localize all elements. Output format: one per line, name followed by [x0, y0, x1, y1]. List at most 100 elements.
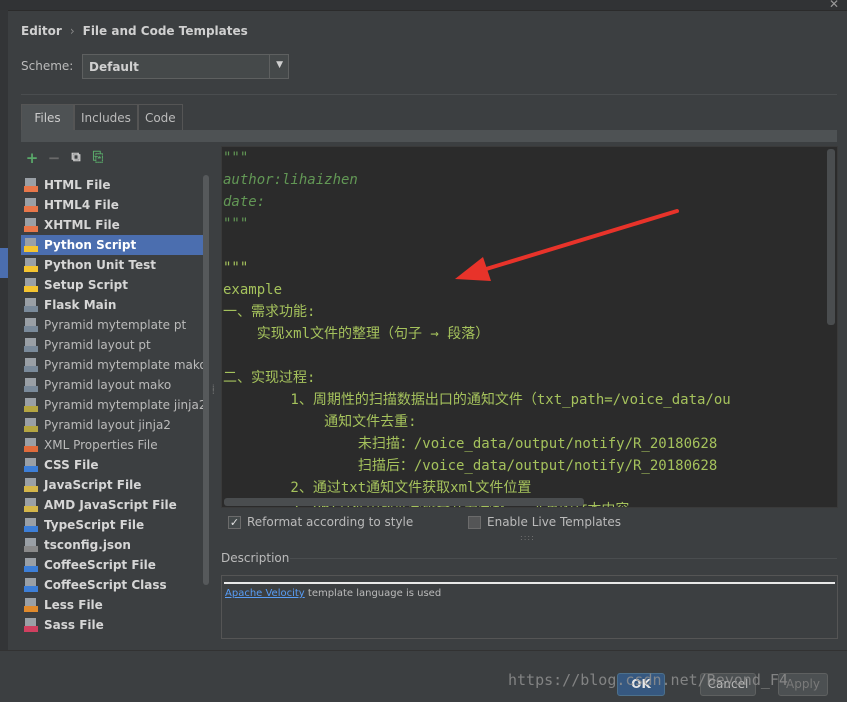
template-list-item-label: TypeScript File — [44, 518, 145, 532]
file-icon — [24, 378, 38, 392]
template-list-item[interactable]: HTML4 File — [21, 195, 209, 215]
template-list-item[interactable]: Pyramid layout pt — [21, 335, 209, 355]
settings-tree-selection — [0, 248, 8, 278]
template-list-item-label: XML Properties File — [44, 438, 158, 452]
template-list-item[interactable]: XML Properties File — [21, 435, 209, 455]
template-list-item-label: Python Script — [44, 238, 137, 252]
editor-vertical-scrollbar[interactable] — [827, 149, 835, 325]
footer-divider — [0, 650, 847, 651]
template-list-item-label: CoffeeScript File — [44, 558, 156, 572]
code-line: 一、需求功能: — [223, 304, 316, 320]
tab-files[interactable]: Files — [21, 104, 74, 130]
template-list-item[interactable]: CoffeeScript Class — [21, 575, 209, 595]
template-list-item[interactable]: Flask Main — [21, 295, 209, 315]
template-list-item-label: HTML File — [44, 178, 111, 192]
html-file-icon — [24, 218, 38, 232]
template-list-item[interactable]: CoffeeScript File — [21, 555, 209, 575]
code-line: 未扫描：/voice_data/output/notify/R_20180628 — [223, 436, 718, 452]
template-tabs: Files Includes Code — [21, 104, 183, 130]
template-list-item[interactable]: Python Script — [21, 235, 209, 255]
code-line: 通知文件去重: — [223, 414, 417, 430]
template-list-item[interactable]: Setup Script — [21, 275, 209, 295]
json-file-icon — [24, 538, 38, 552]
template-list-item-label: Pyramid layout jinja2 — [44, 418, 171, 432]
coffee-file-icon — [24, 558, 38, 572]
reformat-option[interactable]: ✓ Reformat according to style — [228, 515, 413, 529]
jinja-file-icon — [24, 418, 38, 432]
live-templates-option[interactable]: Enable Live Templates — [468, 515, 621, 529]
remove-template-icon[interactable]: − — [46, 150, 62, 166]
code-line: 二、实现过程: — [223, 370, 316, 386]
code-text: """ author:lihaizhen date: """ """ example 一、需… — [223, 147, 731, 507]
code-line: 扫描后：/voice_data/output/notify/R_20180628 — [223, 458, 718, 474]
apache-velocity-link[interactable]: Apache Velocity — [225, 588, 305, 599]
template-list-item-label: Pyramid layout pt — [44, 338, 151, 352]
template-list-item[interactable]: TypeScript File — [21, 515, 209, 535]
template-list-item-label: Sass File — [44, 618, 104, 632]
template-list-item-label: Flask Main — [44, 298, 117, 312]
template-list-item-label: Pyramid mytemplate pt — [44, 318, 187, 332]
tab-includes[interactable]: Includes — [74, 104, 138, 130]
editor-horizontal-scrollbar[interactable] — [224, 498, 584, 506]
template-list-item[interactable]: Python Unit Test — [21, 255, 209, 275]
code-line: 2、通过txt通知文件获取xml文件位置 — [223, 480, 532, 496]
template-list-item[interactable]: Less File — [21, 595, 209, 615]
template-list-item[interactable]: Pyramid mytemplate jinja2 — [21, 395, 209, 415]
reset-template-icon[interactable]: ⎘ — [90, 150, 106, 166]
reformat-checkbox[interactable]: ✓ — [228, 515, 241, 529]
template-list-item-label: Pyramid mytemplate mako — [44, 358, 207, 372]
live-templates-checkbox[interactable] — [468, 515, 481, 529]
js-file-icon — [24, 498, 38, 512]
description-panel-bar — [224, 582, 835, 584]
template-list-item[interactable]: Pyramid mytemplate mako — [21, 355, 209, 375]
template-list: HTML File HTML4 File XHTML File Python Scri… — [21, 175, 209, 635]
template-list-item[interactable]: Pyramid layout jinja2 — [21, 415, 209, 435]
python-icon — [24, 258, 38, 272]
splitter-handle[interactable]: ⁞ ⁞ — [212, 384, 215, 396]
sass-file-icon — [24, 618, 38, 632]
python-icon — [24, 278, 38, 292]
template-list-item-label: CoffeeScript Class — [44, 578, 167, 592]
less-file-icon — [24, 598, 38, 612]
window-top-edge — [0, 0, 847, 11]
jinja-file-icon — [24, 398, 38, 412]
close-icon[interactable]: ✕ — [829, 0, 839, 11]
description-text: Apache Velocity template language is use… — [225, 588, 441, 599]
xml-file-icon — [24, 438, 38, 452]
template-list-item[interactable]: AMD JavaScript File — [21, 495, 209, 515]
template-list-item-label: XHTML File — [44, 218, 120, 232]
template-list-item[interactable]: HTML File — [21, 175, 209, 195]
add-template-icon[interactable]: + — [24, 150, 40, 166]
description-divider — [290, 558, 837, 559]
template-list-item-label: JavaScript File — [44, 478, 142, 492]
template-list-item-label: Pyramid layout mako — [44, 378, 172, 392]
template-list-item-label: AMD JavaScript File — [44, 498, 177, 512]
template-code-editor[interactable]: """ author:lihaizhen date: """ """ example 一、需… — [221, 146, 838, 508]
breadcrumb-separator: › — [69, 24, 75, 38]
resize-grip[interactable]: :::: — [520, 533, 535, 542]
description-label: Description — [221, 551, 290, 565]
template-list-item[interactable]: Pyramid layout mako — [21, 375, 209, 395]
template-list-item[interactable]: Sass File — [21, 615, 209, 635]
chevron-down-icon: ▼ — [276, 60, 283, 70]
html-file-icon — [24, 198, 38, 212]
file-icon — [24, 298, 38, 312]
code-line: author:lihaizhen — [223, 172, 358, 188]
copy-template-icon[interactable]: ⧉ — [68, 150, 84, 166]
python-icon — [24, 238, 38, 252]
template-list-item-label: Python Unit Test — [44, 258, 157, 272]
template-list-item-label: tsconfig.json — [44, 538, 131, 552]
tab-panel-header — [21, 130, 837, 142]
tab-code[interactable]: Code — [137, 104, 183, 130]
template-list-item[interactable]: XHTML File — [21, 215, 209, 235]
scheme-dropdown[interactable]: Default ▼ — [82, 54, 289, 79]
template-list-toolbar: + − ⧉ ⎘ — [24, 150, 106, 166]
scheme-value: Default — [89, 60, 139, 74]
template-list-item[interactable]: JavaScript File — [21, 475, 209, 495]
scheme-label: Scheme: — [21, 59, 74, 73]
template-list-scrollbar[interactable] — [203, 175, 209, 585]
html-file-icon — [24, 178, 38, 192]
template-list-item[interactable]: CSS File — [21, 455, 209, 475]
template-list-item[interactable]: Pyramid mytemplate pt — [21, 315, 209, 335]
template-list-item[interactable]: tsconfig.json — [21, 535, 209, 555]
